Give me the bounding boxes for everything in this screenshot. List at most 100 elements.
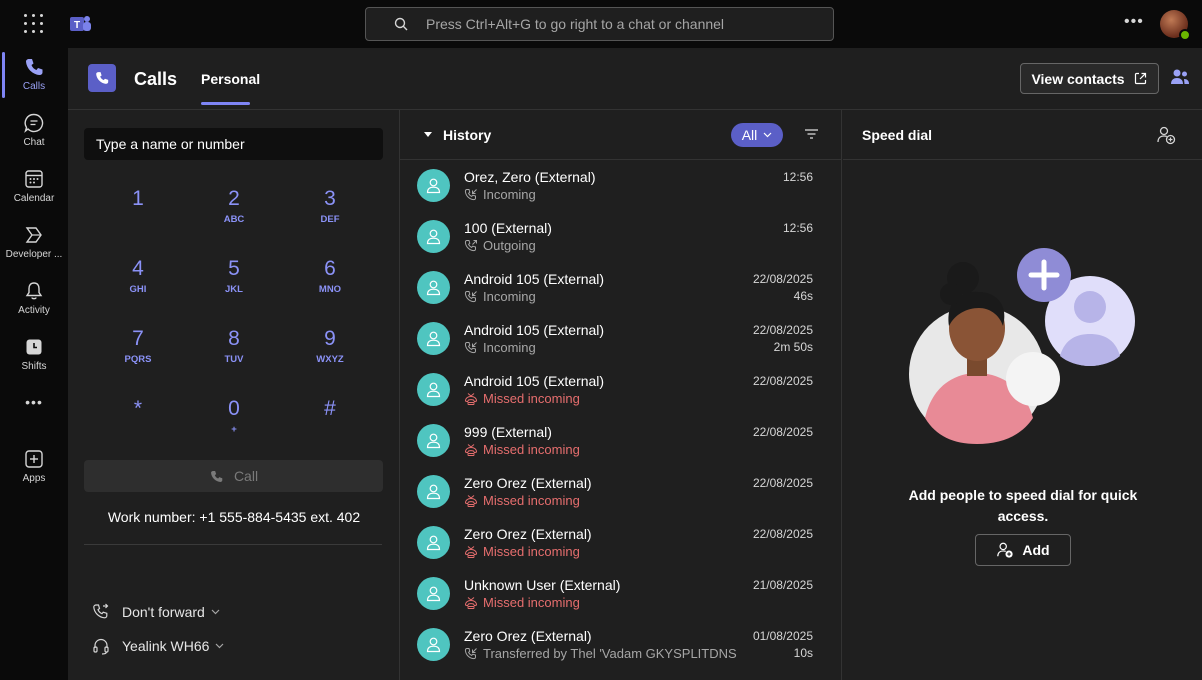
presence-available-icon <box>1179 29 1191 41</box>
speed-dial-illustration <box>909 248 1135 444</box>
speed-dial-header: Speed dial <box>843 110 1202 160</box>
filter-icon[interactable] <box>804 128 819 140</box>
more-options-icon[interactable]: ••• <box>1124 13 1144 31</box>
call-status: Missed incoming <box>464 544 580 559</box>
teams-logo-icon: T <box>70 16 91 31</box>
history-row[interactable]: 999 (External) Missed incoming 22/08/2025 <box>400 415 841 466</box>
call-status-label: Transferred by Thel 'Vadam GKYSPLITDNS <box>483 646 737 661</box>
tab-personal[interactable]: Personal <box>201 71 260 87</box>
contact-avatar-icon <box>417 628 450 661</box>
history-row[interactable]: Unknown User (External) Missed incoming 21… <box>400 568 841 619</box>
dial-digit: # <box>324 397 336 420</box>
developer-icon <box>25 227 42 243</box>
call-time: 22/08/2025 <box>752 374 813 388</box>
page-header: Calls Personal View contacts <box>68 48 1202 110</box>
history-row[interactable]: Zero Orez (External) Missed incoming 22/08… <box>400 517 841 568</box>
number-input[interactable]: Type a name or number <box>84 128 383 160</box>
missed-call-icon <box>464 494 478 508</box>
call-time: 12:56 <box>782 221 813 235</box>
contact-avatar-icon <box>417 271 450 304</box>
dial-digit: 3 <box>324 187 336 210</box>
call-status: Outgoing <box>464 238 536 253</box>
dial-key-6[interactable]: 6 MNO <box>282 256 378 316</box>
history-filter-dropdown[interactable]: All <box>731 123 783 147</box>
dial-key-5[interactable]: 5 JKL <box>186 256 282 316</box>
dial-key-hash[interactable]: # <box>282 396 378 456</box>
call-status: Incoming <box>464 289 536 304</box>
history-row[interactable]: Orez, Zero (External) Incoming 12:56 <box>400 160 841 211</box>
rail-label: Shifts <box>21 361 47 372</box>
rail-item-calendar[interactable]: Calendar <box>0 160 68 214</box>
phone-icon <box>96 72 109 84</box>
profile-avatar[interactable] <box>1160 10 1191 41</box>
rail-label: Calendar <box>13 193 55 204</box>
rail-item-shifts[interactable]: Shifts <box>0 328 68 382</box>
shifts-icon <box>26 339 42 355</box>
add-speed-dial-button[interactable]: Add <box>975 534 1071 566</box>
call-forward-dropdown[interactable]: Don't forward <box>92 603 220 621</box>
rail-item-calls[interactable]: Calls <box>0 48 68 102</box>
calendar-icon <box>25 170 43 188</box>
call-status-label: Outgoing <box>483 238 536 253</box>
dial-key-2[interactable]: 2 ABC <box>186 186 282 246</box>
rail-item-more[interactable]: ••• <box>0 394 68 428</box>
dial-letters: WXYZ <box>316 354 344 365</box>
audio-device-dropdown[interactable]: Yealink WH66 <box>92 637 224 655</box>
search-box[interactable]: Press Ctrl+Alt+G to go right to a chat o… <box>365 7 834 41</box>
add-person-icon[interactable] <box>1156 125 1176 145</box>
dial-key-9[interactable]: 9 WXYZ <box>282 326 378 386</box>
dial-key-4[interactable]: 4 GHI <box>90 256 186 316</box>
search-icon <box>394 17 408 31</box>
contact-avatar-icon <box>417 169 450 202</box>
call-button[interactable]: Call <box>84 460 383 492</box>
call-status-label: Missed incoming <box>483 595 580 610</box>
dial-key-star[interactable]: * <box>90 396 186 456</box>
dial-key-1[interactable]: 1 <box>90 186 186 246</box>
page-title: Calls <box>134 69 178 89</box>
phone-icon <box>26 59 43 75</box>
call-time: 22/08/2025 <box>752 476 813 490</box>
history-row[interactable]: Android 105 (External) Missed incoming 22/… <box>400 364 841 415</box>
add-person-icon <box>997 542 1014 558</box>
rail-item-apps[interactable]: Apps <box>0 440 68 494</box>
dial-key-3[interactable]: 3 DEF <box>282 186 378 246</box>
dial-key-8[interactable]: 8 TUV <box>186 326 282 386</box>
contact-avatar-icon <box>417 220 450 253</box>
history-panel: History All Orez, Zero (External) Incomin… <box>400 110 842 680</box>
rail-item-chat[interactable]: Chat <box>0 104 68 158</box>
missed-call-icon <box>464 545 478 559</box>
rail-item-developer[interactable]: Developer ... <box>0 216 68 270</box>
search-placeholder: Press Ctrl+Alt+G to go right to a chat o… <box>426 16 725 32</box>
history-row[interactable]: Zero Orez (External) Missed incoming 22/08… <box>400 466 841 517</box>
contact-name: Zero Orez (External) <box>464 475 592 491</box>
call-time: 22/08/2025 <box>752 527 813 541</box>
contact-avatar-icon <box>417 577 450 610</box>
contact-avatar-icon <box>417 424 450 457</box>
dial-digit: 0 <box>228 397 240 420</box>
history-row[interactable]: Zero Orez (External) Transferred by Thel … <box>400 619 841 670</box>
history-row[interactable]: Android 105 (External) Incoming 22/08/2025… <box>400 262 841 313</box>
rail-item-activity[interactable]: Activity <box>0 272 68 326</box>
missed-call-icon <box>464 596 478 610</box>
history-row[interactable]: 100 (External) Outgoing 12:56 <box>400 211 841 262</box>
dial-letters: ABC <box>223 214 245 225</box>
app-launcher-icon[interactable] <box>24 14 44 34</box>
contact-avatar-icon <box>417 322 450 355</box>
collapse-caret-icon[interactable] <box>424 132 432 137</box>
phone-icon <box>210 470 223 482</box>
call-status-label: Incoming <box>483 340 536 355</box>
outgoing-call-icon <box>464 239 478 253</box>
call-status-label: Incoming <box>483 187 536 202</box>
people-icon[interactable] <box>1170 68 1190 86</box>
view-contacts-button[interactable]: View contacts <box>1020 63 1159 94</box>
incoming-call-icon <box>464 341 478 355</box>
history-row[interactable]: Android 105 (External) Incoming 22/08/2025… <box>400 313 841 364</box>
transferred-call-icon <box>464 647 478 661</box>
call-status-label: Missed incoming <box>483 442 580 457</box>
call-status: Missed incoming <box>464 595 580 610</box>
chevron-down-icon <box>763 132 772 138</box>
dial-key-0[interactable]: 0 + <box>186 396 282 456</box>
chevron-down-icon <box>211 609 220 615</box>
dial-digit: 7 <box>132 327 144 350</box>
dial-key-7[interactable]: 7 PQRS <box>90 326 186 386</box>
